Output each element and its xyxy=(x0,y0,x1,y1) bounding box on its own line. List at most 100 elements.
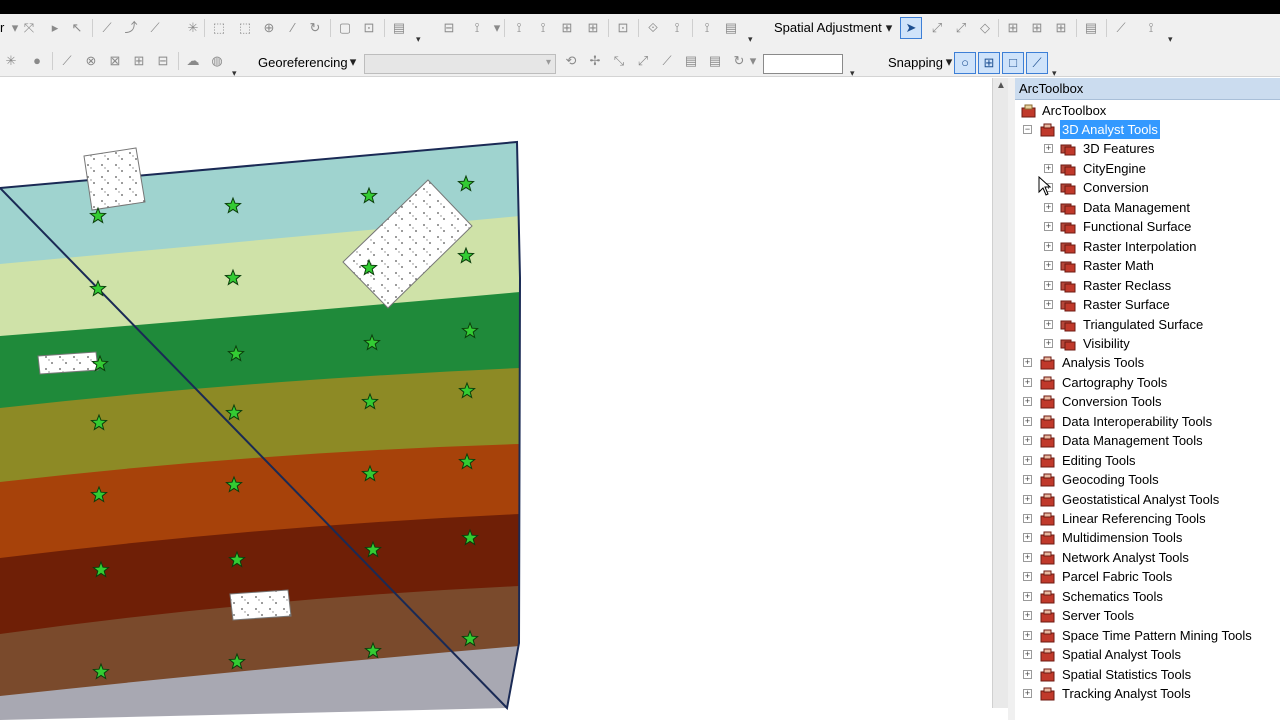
tree-toolbox[interactable]: + Conversion Tools xyxy=(1023,392,1278,411)
layer-select[interactable]: ▾ xyxy=(364,54,556,74)
tree-toolbox[interactable]: + Spatial Analyst Tools xyxy=(1023,645,1278,664)
attributes-icon[interactable]: ▢ xyxy=(338,21,352,35)
expand-icon[interactable]: + xyxy=(1044,222,1053,232)
expand-icon[interactable]: + xyxy=(1044,202,1053,212)
new-displacement-link-icon[interactable]: ⤢ xyxy=(930,21,944,35)
multi-displacement-icon[interactable]: ◇ xyxy=(978,21,992,35)
modify-link-icon[interactable]: ⤢ xyxy=(954,21,968,35)
cloud-icon[interactable]: ☁ xyxy=(186,54,200,68)
end-snapping-icon[interactable]: ⊞ xyxy=(978,52,1000,74)
tree-toolset[interactable]: + Visibility xyxy=(1044,334,1274,353)
dropdown-arrow-icon[interactable]: ▾ xyxy=(746,54,760,68)
shared-features-icon[interactable]: ⊡ xyxy=(616,21,630,35)
view-link-table-icon[interactable]: ⟋ xyxy=(660,54,674,68)
expand-icon[interactable]: + xyxy=(1044,319,1053,329)
arrow-down-icon[interactable]: ▾ xyxy=(8,21,22,35)
tree-toolbox[interactable]: + Geocoding Tools xyxy=(1023,470,1278,489)
expand-icon[interactable]: + xyxy=(1023,533,1032,543)
toolbar-options-icon[interactable]: ▾ xyxy=(850,68,858,78)
shift-icon[interactable]: ✢ xyxy=(588,54,602,68)
vertex-snapping-icon[interactable]: □ xyxy=(1002,52,1024,74)
snapping-menu[interactable]: Snapping xyxy=(888,55,943,71)
rotate-icon[interactable]: ∕ xyxy=(286,21,300,35)
tree-toolbox[interactable]: + Spatial Statistics Tools xyxy=(1023,665,1278,684)
grid-icon[interactable]: ⊞ xyxy=(132,54,146,68)
tree-toolbox[interactable]: + Data Interoperability Tools xyxy=(1023,412,1278,431)
tree-toolset[interactable]: + Raster Math xyxy=(1044,256,1274,275)
expand-icon[interactable]: + xyxy=(1023,650,1032,660)
reshape-icon[interactable]: ⬚ xyxy=(212,21,226,35)
expand-icon[interactable]: + xyxy=(1044,300,1053,310)
dropdown-arrow-icon[interactable]: ▾ xyxy=(490,21,504,35)
expand-icon[interactable]: + xyxy=(1023,611,1032,621)
edit-annotation-icon[interactable]: ↖ xyxy=(70,21,84,35)
limited-adjustment-icon[interactable]: ⊞ xyxy=(1030,21,1044,35)
attribute-transfer-icon[interactable]: ▤ xyxy=(1084,21,1098,35)
tree-toolbox[interactable]: + Multidimension Tools xyxy=(1023,528,1278,547)
scale-icon[interactable]: ⤡ xyxy=(612,54,626,68)
expand-icon[interactable]: + xyxy=(1044,241,1053,251)
trace-icon[interactable]: ⤴ xyxy=(124,21,138,35)
toolbar-options-icon[interactable]: ▾ xyxy=(232,68,240,78)
add-control-points-icon[interactable]: ⤢ xyxy=(636,54,650,68)
rms-input[interactable] xyxy=(763,54,843,74)
expand-icon[interactable]: + xyxy=(1044,144,1053,154)
spatial-adjustment-menu[interactable]: Spatial Adjustment xyxy=(774,20,882,36)
globe-outline-icon[interactable]: ◍ xyxy=(210,54,224,68)
tree-toolset[interactable]: + Triangulated Surface xyxy=(1044,315,1274,334)
midpoint-icon[interactable]: ✳ xyxy=(186,21,200,35)
expand-icon[interactable]: + xyxy=(1023,591,1032,601)
expand-icon[interactable]: + xyxy=(1023,514,1032,523)
rotate-icon[interactable]: ⟲ xyxy=(564,54,578,68)
georeferencing-menu[interactable]: Georeferencing xyxy=(258,55,348,71)
tree-toolset[interactable]: + Data Management xyxy=(1044,198,1274,217)
tree-toolbox[interactable]: + Parcel Fabric Tools xyxy=(1023,567,1278,586)
toolbar-options-icon[interactable]: ▾ xyxy=(1052,68,1060,78)
map-display[interactable] xyxy=(0,78,992,720)
ortho-icon[interactable]: ⊠ xyxy=(108,54,122,68)
dropdown-arrow-icon[interactable]: ▾ xyxy=(882,21,896,35)
pane-splitter[interactable] xyxy=(1008,78,1015,720)
collapse-icon[interactable]: − xyxy=(1023,125,1032,134)
refresh-icon[interactable]: ↻ xyxy=(732,54,746,68)
expand-icon[interactable]: + xyxy=(1023,669,1032,679)
select-elements-icon[interactable]: ➤ xyxy=(900,17,922,39)
edit-vertices-icon[interactable]: ⤧ xyxy=(22,21,36,35)
expand-icon[interactable]: + xyxy=(1023,494,1032,504)
arctoolbox-tree[interactable]: ArcToolbox −3D Analyst Tools +3D Features… xyxy=(1015,100,1280,720)
tree-toolset[interactable]: + Raster Interpolation xyxy=(1044,237,1274,256)
point-snapping-icon[interactable]: ○ xyxy=(954,52,976,74)
tree-toolset[interactable]: +3D Features xyxy=(1044,139,1274,158)
tree-toolset[interactable]: + CityEngine xyxy=(1044,159,1274,178)
edge-snapping-icon[interactable]: ⟋ xyxy=(1026,52,1048,74)
sketch-properties-icon[interactable]: ⊡ xyxy=(362,21,376,35)
validate-topology-icon[interactable]: ⟟ xyxy=(536,21,550,35)
tree-toolbox[interactable]: + Linear Referencing Tools xyxy=(1023,509,1278,528)
error-inspector-icon[interactable]: ⊞ xyxy=(586,21,600,35)
merge-icon[interactable]: ⊟ xyxy=(156,54,170,68)
topology-icon[interactable]: ⊟ xyxy=(442,21,456,35)
auto-registration-icon[interactable]: ▤ xyxy=(684,54,698,68)
tree-toolset[interactable]: +Conversion xyxy=(1044,178,1274,197)
map-topology-icon[interactable]: ⟟ xyxy=(512,21,526,35)
expand-icon[interactable]: + xyxy=(1023,689,1032,699)
expand-icon[interactable]: + xyxy=(1023,377,1032,387)
adjust-table-icon[interactable]: ▤ xyxy=(724,21,738,35)
expand-icon[interactable]: + xyxy=(1023,358,1032,368)
expand-icon[interactable]: + xyxy=(1044,338,1053,348)
feature-icon[interactable]: ⟋ xyxy=(60,54,74,68)
link-table-icon[interactable]: ▤ xyxy=(708,54,722,68)
tree-toolbox[interactable]: + Network Analyst Tools xyxy=(1023,548,1278,567)
tree-toolset[interactable]: + Raster Reclass xyxy=(1044,276,1274,295)
expand-icon[interactable]: + xyxy=(1023,552,1032,562)
play-icon[interactable]: ▸ xyxy=(48,21,62,35)
geometric-network-icon[interactable]: ⟐ xyxy=(646,21,660,35)
adjust-icon[interactable]: ⟟ xyxy=(700,21,714,35)
expand-icon[interactable]: + xyxy=(1023,397,1032,407)
expand-icon[interactable]: + xyxy=(1023,455,1032,465)
geology-map[interactable] xyxy=(0,78,992,720)
identity-link-icon[interactable]: ⊞ xyxy=(1006,21,1020,35)
map-vertical-scrollbar[interactable]: ▲ xyxy=(992,78,1008,708)
expand-icon[interactable]: + xyxy=(1023,630,1032,640)
edge-match-icon[interactable]: ⟋ xyxy=(1114,21,1128,35)
